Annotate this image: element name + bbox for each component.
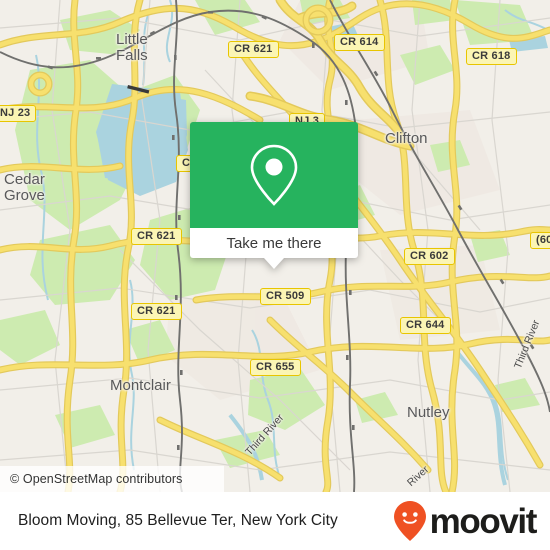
location-title: Bloom Moving, 85 Bellevue Ter, New York … (18, 512, 338, 529)
take-me-there-button[interactable]: Take me there (190, 228, 358, 258)
route-shield-nj-23[interactable]: NJ 23 (0, 105, 37, 122)
popup-pointer-tail (264, 258, 284, 269)
place-line-1: Cedar (4, 171, 45, 188)
route-shield-cr-621-c[interactable]: CR 621 (131, 303, 182, 320)
moovit-wordmark: moovit (429, 501, 538, 541)
moovit-logo[interactable]: moovit (393, 500, 538, 542)
place-label-cedar-grove: Cedar Grove (4, 172, 45, 204)
route-shield-cr-644[interactable]: CR 644 (400, 317, 451, 334)
place-line-1: Little (116, 31, 148, 48)
route-shield-cr-60x-clipped[interactable]: (60 (530, 232, 550, 249)
place-label-little-falls: Little Falls (116, 32, 148, 64)
route-shield-cr-621-a[interactable]: CR 621 (228, 41, 279, 58)
route-shield-cr-602[interactable]: CR 602 (404, 248, 455, 265)
place-line-2: Grove (4, 187, 45, 204)
attribution-text: © OpenStreetMap contributors (10, 472, 183, 486)
location-popup-card[interactable]: Take me there (190, 122, 358, 269)
moovit-smiley-pin-icon (393, 501, 426, 541)
route-shield-cr-614[interactable]: CR 614 (334, 34, 385, 51)
place-label-clifton: Clifton (385, 130, 428, 147)
popup-image-area (190, 122, 358, 228)
map-pin-icon (250, 144, 298, 206)
route-shield-cr-509[interactable]: CR 509 (260, 288, 311, 305)
osm-attribution[interactable]: © OpenStreetMap contributors (0, 466, 224, 492)
map-canvas[interactable]: Little Falls Cedar Grove Clifton Montclair… (0, 0, 550, 492)
map-screenshot: Little Falls Cedar Grove Clifton Montclair… (0, 0, 550, 550)
footer-bar: Bloom Moving, 85 Bellevue Ter, New York … (0, 492, 550, 550)
place-label-nutley: Nutley (407, 404, 450, 421)
place-label-montclair: Montclair (110, 377, 171, 394)
place-line-2: Falls (116, 47, 148, 64)
route-shield-cr-655[interactable]: CR 655 (250, 359, 301, 376)
route-shield-cr-618[interactable]: CR 618 (466, 48, 517, 65)
route-shield-cr-621-b[interactable]: CR 621 (131, 228, 182, 245)
